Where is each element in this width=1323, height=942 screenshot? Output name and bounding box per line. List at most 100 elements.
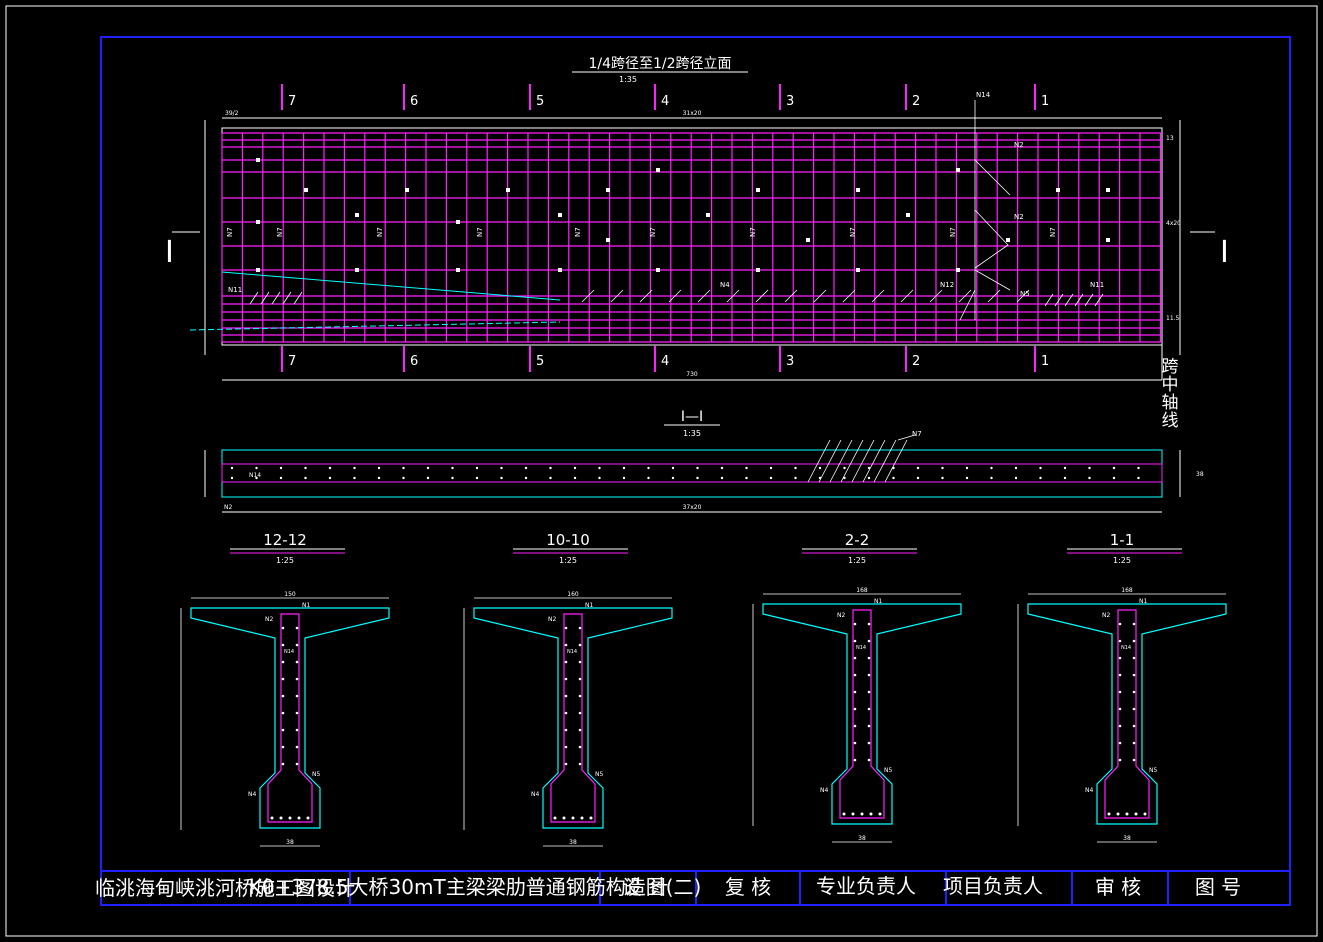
rebar-dot: [1088, 466, 1091, 470]
rebar-dot: [1137, 476, 1140, 480]
label-n1: N1: [1139, 598, 1147, 605]
bottom-width-dim: 38: [1123, 835, 1131, 842]
right-dim-mid: 4x20: [1166, 220, 1181, 227]
top-width-dim: 168: [856, 587, 868, 594]
cad-drawing: 1/4跨径至1/2跨径立面 1:35 N7 N7 N7 N7 N7 N7 N7 N7 N7N7 …: [5, 5, 1318, 937]
rebar-dot: [451, 466, 454, 470]
project-lead-label: 项目负责人: [943, 874, 1043, 898]
rebar-dot: [671, 466, 675, 470]
plan-left-dim: N2: [224, 504, 232, 511]
rebar-dot: [377, 466, 381, 470]
review-label: 复 核: [725, 875, 771, 899]
rebar-dot: [500, 466, 503, 470]
rebar-dot: [549, 476, 552, 480]
rebar-dot: [230, 476, 234, 480]
section-marker-right: I: [1220, 235, 1229, 270]
section-marks-bottom: 7 6 5 4 3 2 1: [281, 346, 1049, 372]
section-marks-top: 7 6 5 4 3 2 1: [281, 84, 1049, 110]
label-n14: N14: [1121, 645, 1131, 651]
n7-bar-label: N7: [226, 227, 234, 237]
tbeam-outline: [1027, 603, 1227, 825]
section-number-top: 6: [410, 94, 418, 109]
rebar-dot: [892, 476, 895, 480]
rebar-dot: [475, 466, 479, 470]
plan-scale: 1:35: [683, 429, 701, 438]
right-dim-bot: 11.5: [1166, 315, 1180, 322]
n7-bar-label: N7: [649, 227, 657, 237]
rebar-dot: [328, 476, 332, 480]
rebar-dot: [990, 476, 993, 480]
outer-border: [5, 5, 1318, 937]
rebar-dot: [941, 466, 944, 470]
label-n2-a: N2: [1014, 141, 1024, 149]
plan-label-n14: N14: [249, 472, 261, 479]
rebar-dot: [500, 476, 503, 480]
n7-bar-label: N7: [1049, 227, 1057, 237]
rebar-dot: [524, 476, 528, 480]
rebar-dot: [475, 476, 479, 480]
section-number-top: 5: [536, 94, 544, 109]
drawing-frame: [100, 36, 1291, 906]
plan-rebar-dots: [230, 466, 1140, 480]
n7-bar-label: N7: [574, 227, 582, 237]
label-n1: N1: [585, 602, 593, 609]
label-n5: N5: [595, 771, 603, 778]
plan-hatch: [807, 434, 916, 483]
bottom-width-dim: 38: [858, 835, 866, 842]
rebar-dot: [965, 466, 969, 470]
label-n2-b: N2: [1014, 213, 1024, 221]
label-n2: N2: [548, 616, 556, 623]
rebar-dot: [426, 466, 430, 470]
section-number-top: 1: [1041, 94, 1049, 109]
rebar-dot: [1063, 476, 1067, 480]
rebar-dot: [353, 476, 356, 480]
label-n5: N5: [884, 767, 892, 774]
elevation-view: 1/4跨径至1/2跨径立面 1:35 N7 N7 N7 N7 N7 N7 N7 N7 N7N7 …: [165, 56, 1229, 431]
n7-bar-label: N7: [276, 227, 284, 237]
plan-view: I—I 1:35 N7 N14 37x20 N2 38: [204, 409, 1204, 513]
rebar-dot: [402, 466, 405, 470]
section-number-bottom: 5: [536, 354, 544, 369]
label-n1: N1: [874, 598, 882, 605]
label-n4: N4: [820, 787, 828, 794]
bottom-span-dim: 730: [686, 371, 698, 378]
plan-outline: [221, 449, 1163, 498]
drawing-no-label: 图 号: [1195, 875, 1241, 899]
elevation-scale: 1:35: [619, 75, 637, 84]
label-n11-left: N11: [228, 286, 242, 294]
rebar-dot: [647, 466, 650, 470]
top-left-dim: 39/2: [225, 110, 239, 117]
label-n5: N5: [1020, 290, 1030, 298]
rebar-dot: [647, 476, 650, 480]
rebar-dot: [745, 476, 748, 480]
rebar-dot: [328, 466, 332, 470]
rebar-dot: [279, 476, 283, 480]
rebar-dot: [549, 466, 552, 470]
rebar-dot: [426, 476, 430, 480]
n7-bar-label: N7: [949, 227, 957, 237]
section-marker-left: I: [165, 235, 174, 270]
rebar-dot: [794, 476, 797, 480]
rebar-dot: [916, 466, 920, 470]
n7-bar-label: N7: [476, 227, 484, 237]
section-number-top: 2: [912, 94, 920, 109]
rebar-dot: [794, 466, 797, 470]
bottom-width-dim: 38: [286, 839, 294, 846]
rebar-dot: [941, 476, 944, 480]
label-n4: N4: [531, 791, 539, 798]
right-dim-top: 13: [1166, 135, 1174, 142]
label-n2: N2: [1102, 612, 1110, 619]
rebar-dot: [1137, 466, 1140, 470]
section-number-bottom: 6: [410, 354, 418, 369]
rebar-dot: [451, 476, 454, 480]
rebar-dot: [255, 466, 258, 470]
label-n14: N14: [856, 645, 866, 651]
label-n4: N4: [248, 791, 256, 798]
rebar-dot: [377, 476, 381, 480]
label-n14: N14: [284, 649, 294, 655]
cross-sections: 12-12 1:25 150 38 N1 N2 N14 N4 N5 10-10 1:25 160 38 N…: [180, 531, 1227, 847]
plan-bottom-dim: 37x20: [683, 504, 702, 511]
rebar-dot: [573, 466, 577, 470]
tbeam-outline: [190, 607, 390, 829]
rebar-dot: [598, 466, 601, 470]
